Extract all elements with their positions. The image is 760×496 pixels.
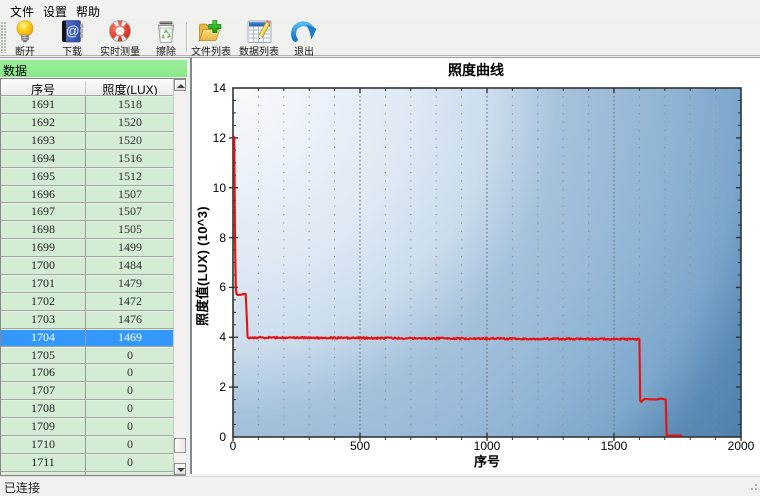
svg-text:0: 0 — [230, 439, 237, 453]
svg-text:1500: 1500 — [601, 439, 628, 453]
svg-text:10: 10 — [213, 181, 227, 195]
svg-text:@: @ — [66, 24, 80, 39]
svg-text:4: 4 — [219, 330, 226, 344]
svg-text:0: 0 — [219, 430, 226, 444]
svg-text:8: 8 — [219, 231, 226, 245]
svg-text:序号: 序号 — [474, 454, 500, 469]
svg-text:照度值(LUX) (10^3): 照度值(LUX) (10^3) — [195, 206, 210, 326]
svg-text:1000: 1000 — [474, 439, 501, 453]
svg-text:14: 14 — [213, 81, 227, 95]
svg-text:2: 2 — [219, 380, 226, 394]
svg-text:照度曲线: 照度曲线 — [448, 62, 504, 78]
svg-text:6: 6 — [219, 280, 226, 294]
svg-text:12: 12 — [213, 131, 227, 145]
svg-text:500: 500 — [350, 439, 370, 453]
svg-text:2000: 2000 — [728, 439, 755, 453]
